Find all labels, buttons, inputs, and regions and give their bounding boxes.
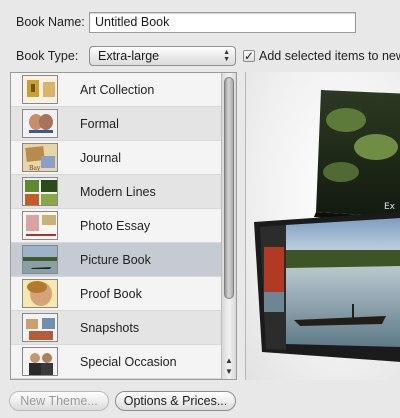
theme-label: Journal	[80, 151, 121, 165]
picture-book-preview-image: Ex	[254, 90, 400, 362]
theme-row-journal[interactable]: Bay Journal	[11, 141, 221, 175]
photo-essay-thumbnail-icon	[22, 211, 58, 240]
theme-label: Proof Book	[80, 287, 142, 301]
book-name-field[interactable]: Untitled Book	[89, 12, 356, 33]
art-collection-thumbnail-icon	[22, 75, 58, 104]
proof-book-thumbnail-icon	[22, 279, 58, 308]
scroll-down-arrow-icon[interactable]: ▼	[225, 368, 233, 376]
popup-arrows-icon: ▲ ▼	[223, 49, 230, 63]
snapshots-thumbnail-icon	[22, 313, 58, 342]
scrollbar-thumb[interactable]	[224, 77, 234, 299]
book-name-label: Book Name:	[16, 15, 85, 29]
book-type-value: Extra-large	[98, 49, 160, 63]
theme-row-special-occasion[interactable]: Special Occasion	[11, 345, 221, 379]
theme-row-picture-book[interactable]: Picture Book	[11, 243, 221, 277]
journal-thumbnail-icon: Bay	[22, 143, 58, 172]
formal-thumbnail-icon	[22, 109, 58, 138]
theme-label: Modern Lines	[80, 185, 156, 199]
list-scrollbar[interactable]: ▲ ▼	[221, 73, 236, 379]
theme-label: Photo Essay	[80, 219, 151, 233]
svg-text:Ex: Ex	[384, 202, 396, 212]
add-selected-checkbox[interactable]: ✓	[243, 50, 255, 62]
theme-row-proof-book[interactable]: Proof Book	[11, 277, 221, 311]
theme-label: Formal	[80, 117, 119, 131]
theme-label: Snapshots	[80, 321, 140, 335]
theme-row-photo-essay[interactable]: Photo Essay	[11, 209, 221, 243]
new-theme-button[interactable]: New Theme...	[9, 391, 109, 411]
theme-label: Art Collection	[80, 83, 155, 97]
special-occasion-thumbnail-icon	[22, 347, 58, 376]
theme-row-snapshots[interactable]: Snapshots	[11, 311, 221, 345]
book-type-label: Book Type:	[16, 49, 79, 63]
svg-text:Bay: Bay	[29, 165, 41, 172]
modern-lines-thumbnail-icon	[22, 177, 58, 206]
theme-preview: Ex	[245, 72, 400, 380]
theme-list[interactable]: Art Collection Formal Bay Journal Modern…	[10, 72, 237, 380]
theme-label: Special Occasion	[80, 355, 177, 369]
theme-row-art-collection[interactable]: Art Collection	[11, 73, 221, 107]
add-selected-label: Add selected items to new	[259, 49, 400, 63]
theme-row-modern-lines[interactable]: Modern Lines	[11, 175, 221, 209]
theme-row-formal[interactable]: Formal	[11, 107, 221, 141]
book-type-popup[interactable]: Extra-large ▲ ▼	[89, 46, 236, 66]
picture-book-thumbnail-icon	[22, 245, 58, 274]
options-prices-button[interactable]: Options & Prices...	[115, 391, 236, 411]
scroll-up-arrow-icon[interactable]: ▲	[225, 357, 233, 365]
theme-label: Picture Book	[80, 253, 151, 267]
